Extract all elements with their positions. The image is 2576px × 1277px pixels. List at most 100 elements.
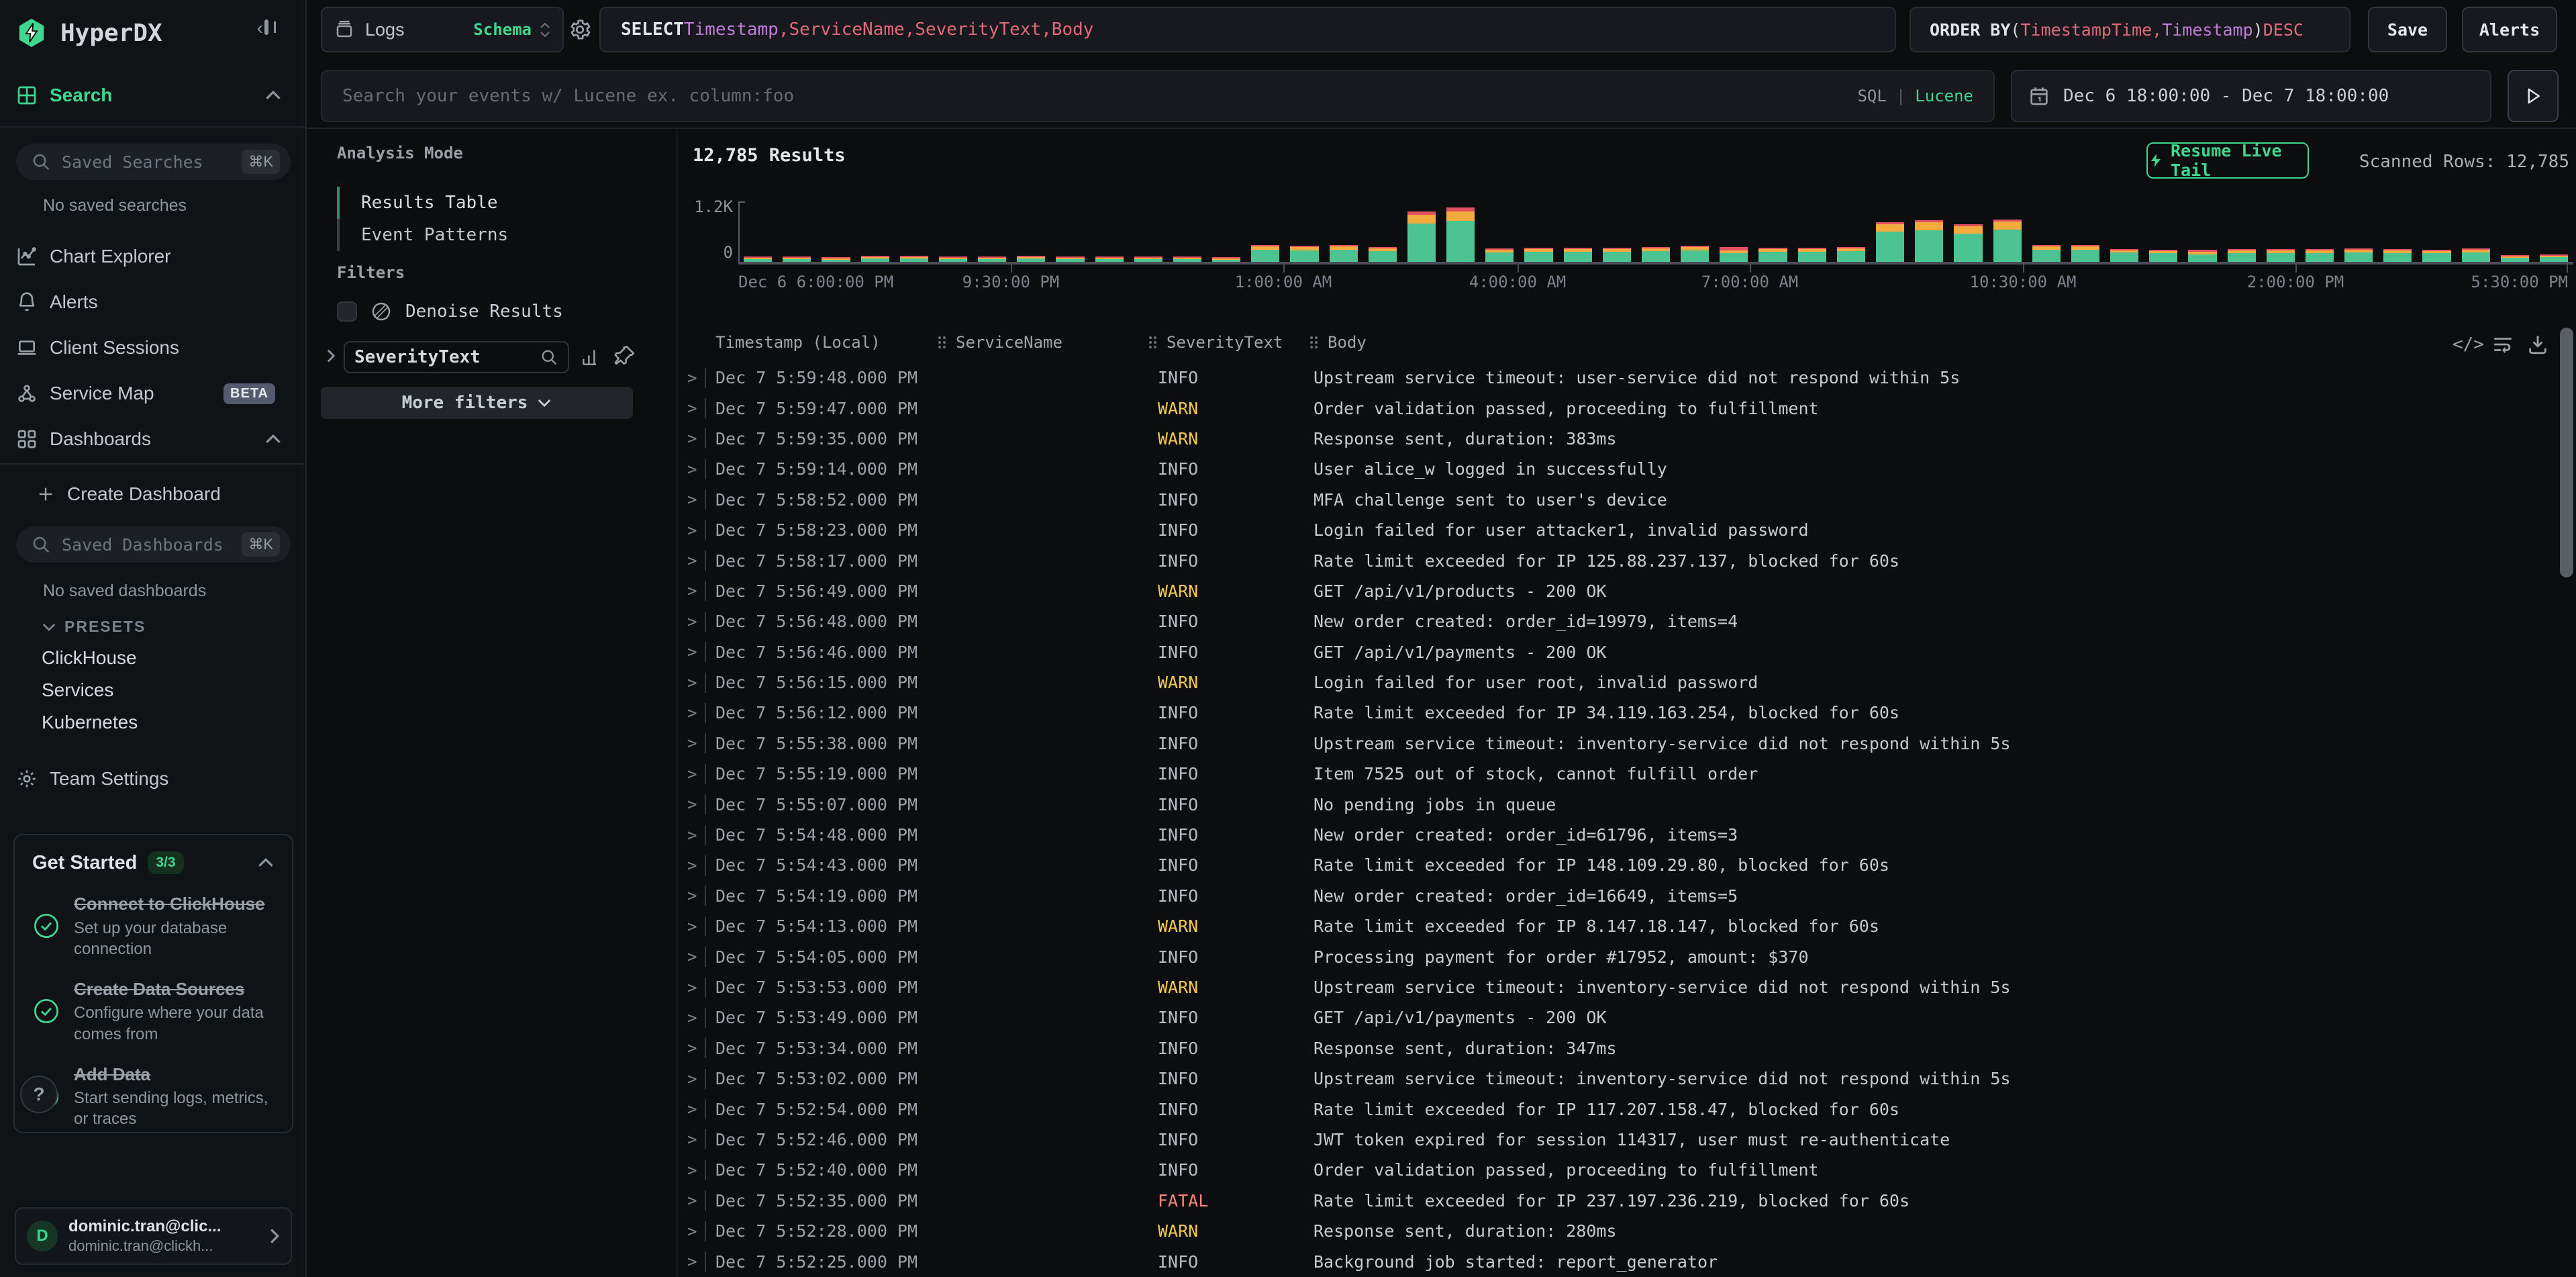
histogram-bar[interactable] [1095, 256, 1124, 262]
expand-row-icon[interactable]: > [687, 429, 705, 448]
table-row[interactable]: >Dec 7 5:59:14.000 PMINFOUser alice_w lo… [678, 454, 2557, 484]
chevron-up-icon[interactable] [257, 857, 275, 868]
expand-row-icon[interactable]: > [687, 369, 705, 387]
histogram-bar[interactable] [2032, 245, 2061, 262]
expand-row-icon[interactable]: > [687, 551, 705, 570]
histogram-bar[interactable] [1758, 248, 1787, 262]
save-button[interactable]: Save [2368, 7, 2447, 52]
wrap-lines-icon[interactable] [2491, 333, 2514, 356]
histogram-bar[interactable] [1369, 247, 1397, 262]
get-started-step[interactable]: Create Data Sources Configure where your… [32, 978, 275, 1045]
table-row[interactable]: >Dec 7 5:56:12.000 PMINFORate limit exce… [678, 698, 2557, 728]
histogram-bar[interactable] [744, 256, 772, 262]
histogram-bar[interactable] [1993, 220, 2022, 262]
histogram-bar[interactable] [2462, 248, 2490, 262]
lucene-search-input[interactable]: Search your events w/ Lucene ex. column:… [321, 70, 1995, 122]
expand-row-icon[interactable]: > [687, 1100, 705, 1119]
table-row[interactable]: >Dec 7 5:52:25.000 PMINFOBackground job … [678, 1246, 2557, 1276]
expand-row-icon[interactable]: > [687, 1161, 705, 1180]
histogram-bar[interactable] [861, 256, 889, 262]
histogram-bar[interactable] [1681, 246, 1709, 262]
histogram-bar[interactable] [2228, 249, 2256, 262]
table-row[interactable]: >Dec 7 5:55:38.000 PMINFOUpstream servic… [678, 728, 2557, 759]
denoise-checkbox[interactable] [337, 301, 357, 322]
preset-services[interactable]: Services [42, 674, 113, 706]
download-icon[interactable] [2526, 333, 2549, 356]
column-header-body[interactable]: Body [1310, 333, 1367, 352]
histogram-bar[interactable] [1134, 256, 1162, 262]
sidebar-item-dashboards[interactable]: Dashboards [16, 423, 291, 455]
histogram-bar[interactable] [1564, 248, 1592, 262]
vertical-scrollbar[interactable] [2560, 328, 2573, 577]
chevron-up-icon[interactable] [264, 90, 282, 101]
histogram-bar[interactable] [1485, 248, 1514, 262]
histogram-bar[interactable] [1446, 207, 1475, 262]
expand-row-icon[interactable]: > [687, 886, 705, 905]
histogram-bar[interactable] [1290, 246, 1318, 262]
table-row[interactable]: >Dec 7 5:56:46.000 PMINFOGET /api/v1/pay… [678, 637, 2557, 667]
alerts-button[interactable]: Alerts [2462, 7, 2557, 52]
sidebar-item-alerts[interactable]: Alerts [16, 286, 291, 318]
table-row[interactable]: >Dec 7 5:53:53.000 PMWARNUpstream servic… [678, 972, 2557, 1002]
sidebar-item-client-sessions[interactable]: Client Sessions [16, 332, 291, 364]
table-row[interactable]: >Dec 7 5:56:15.000 PMWARNLogin failed fo… [678, 667, 2557, 698]
resume-live-tail-button[interactable]: Resume Live Tail [2146, 142, 2309, 179]
column-header-timestamp[interactable]: Timestamp (Local) [715, 333, 881, 352]
sql-toggle[interactable]: SQL [1857, 87, 1886, 105]
search-icon[interactable] [540, 348, 558, 367]
expand-row-icon[interactable]: > [687, 765, 705, 784]
histogram-bar[interactable] [2188, 250, 2216, 262]
chevron-right-icon[interactable] [326, 348, 336, 364]
histogram-bar[interactable] [1173, 256, 1201, 262]
drag-handle-icon[interactable] [1310, 336, 1313, 339]
histogram-bar[interactable] [978, 256, 1006, 262]
denoise-results-row[interactable]: Denoise Results [337, 301, 563, 322]
view-source-icon[interactable]: </> [2453, 334, 2484, 354]
table-row[interactable]: >Dec 7 5:52:40.000 PMINFOOrder validatio… [678, 1155, 2557, 1185]
table-row[interactable]: >Dec 7 5:54:43.000 PMINFORate limit exce… [678, 850, 2557, 880]
table-row[interactable]: >Dec 7 5:54:13.000 PMWARNRate limit exce… [678, 911, 2557, 941]
histogram-bar[interactable] [1720, 247, 1748, 262]
histogram-bar[interactable] [1407, 211, 1436, 262]
histogram-bar[interactable] [1837, 247, 1865, 262]
histogram-bar[interactable] [1954, 224, 1982, 262]
expand-row-icon[interactable]: > [687, 1222, 705, 1241]
expand-row-icon[interactable]: > [687, 704, 705, 722]
histogram-bar[interactable] [1056, 256, 1084, 262]
order-by-input[interactable]: ORDER BY (TimestampTime, Timestamp) DESC [1910, 7, 2350, 52]
chevron-up-icon[interactable] [264, 434, 282, 444]
pin-icon[interactable] [613, 344, 636, 367]
histogram-bar[interactable] [1642, 247, 1670, 262]
sidebar-item-chart-explorer[interactable]: Chart Explorer [16, 240, 291, 273]
histogram-bar[interactable] [2501, 255, 2529, 262]
mode-results-table[interactable]: Results Table [337, 187, 619, 219]
table-row[interactable]: >Dec 7 5:54:48.000 PMINFONew order creat… [678, 820, 2557, 850]
more-filters-button[interactable]: More filters [321, 387, 633, 419]
expand-row-icon[interactable]: > [687, 1130, 705, 1149]
table-row[interactable]: >Dec 7 5:59:47.000 PMWARNOrder validatio… [678, 393, 2557, 423]
table-row[interactable]: >Dec 7 5:59:48.000 PMINFOUpstream servic… [678, 363, 2557, 393]
table-row[interactable]: >Dec 7 5:54:05.000 PMINFOProcessing paym… [678, 941, 2557, 972]
table-row[interactable]: >Dec 7 5:52:46.000 PMINFOJWT token expir… [678, 1125, 2557, 1155]
histogram-bar[interactable] [1798, 248, 1826, 262]
expand-row-icon[interactable]: > [687, 734, 705, 753]
histogram-bar[interactable] [2071, 245, 2099, 262]
sidebar-item-team-settings[interactable]: Team Settings [16, 763, 291, 795]
severity-filter-group[interactable]: SeverityText [344, 341, 569, 373]
presets-section[interactable]: PRESETS [42, 618, 146, 636]
histogram-bar[interactable] [939, 256, 967, 262]
expand-row-icon[interactable]: > [687, 978, 705, 997]
table-row[interactable]: >Dec 7 5:56:49.000 PMWARNGET /api/v1/pro… [678, 576, 2557, 606]
run-query-button[interactable] [2508, 70, 2559, 122]
histogram-bar[interactable] [1915, 220, 1943, 262]
sidebar-item-service-map[interactable]: Service Map BETA [16, 377, 291, 410]
query-settings-gear-icon[interactable] [568, 17, 592, 42]
expand-row-icon[interactable]: > [687, 673, 705, 692]
histogram-bar[interactable] [1017, 256, 1045, 262]
table-row[interactable]: >Dec 7 5:53:34.000 PMINFOResponse sent, … [678, 1033, 2557, 1063]
expand-row-icon[interactable]: > [687, 1252, 705, 1271]
table-row[interactable]: >Dec 7 5:52:28.000 PMWARNResponse sent, … [678, 1216, 2557, 1246]
histogram-bar[interactable] [1212, 257, 1240, 262]
histogram-bar[interactable] [822, 257, 850, 262]
mode-event-patterns[interactable]: Event Patterns [337, 219, 619, 251]
